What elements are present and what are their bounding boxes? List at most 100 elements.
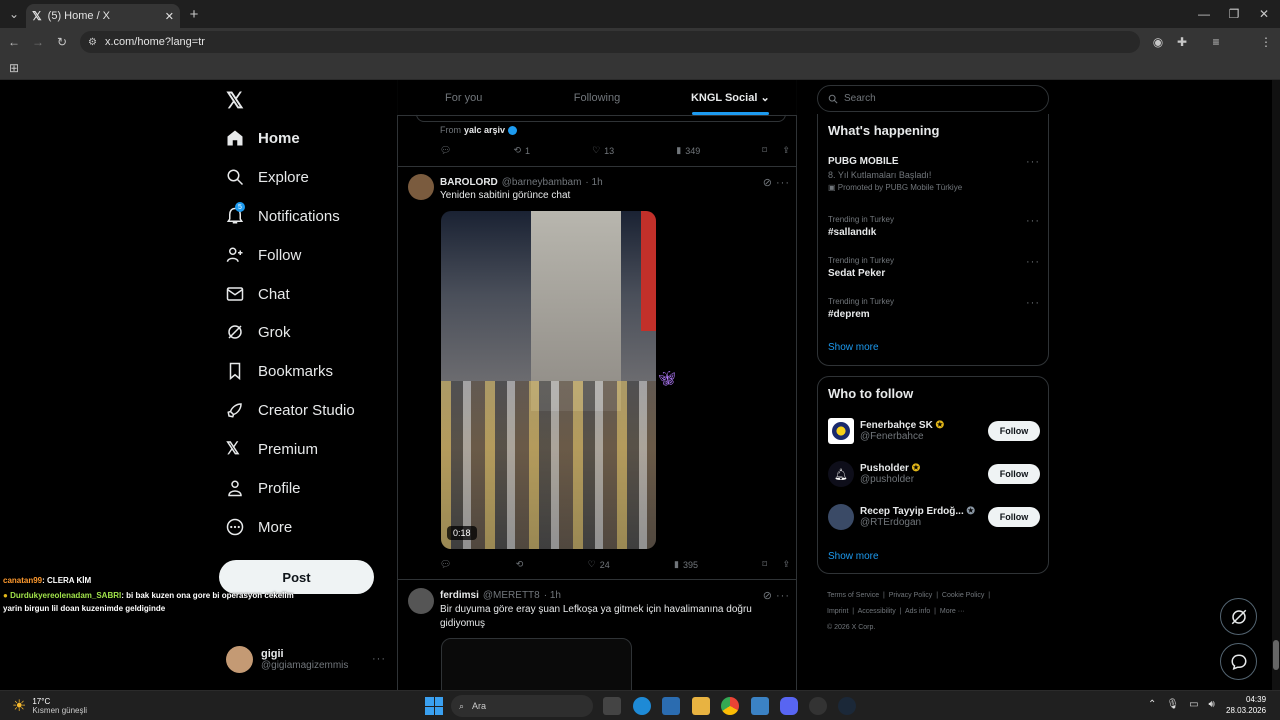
site-info-icon[interactable]: ⚙ [88, 37, 97, 48]
follow-suggestion[interactable]: Fenerbahçe SK ✪ @Fenerbahce Follow [828, 417, 1040, 445]
address-bar[interactable]: ⚙ x.com/home?lang=tr [80, 31, 1140, 53]
account-more-icon[interactable]: ··· [372, 653, 386, 665]
bookmark-icon[interactable]: ⌑ [762, 145, 767, 156]
footer-link[interactable]: More ··· [940, 608, 965, 615]
grok-post-icon[interactable]: ⊘ [763, 176, 772, 189]
trend-item[interactable]: PUBG MOBILE 8. Yıl Kutlamaları Başladı! … [828, 156, 1040, 192]
tab-kngl-social[interactable]: KNGL Social ⌄ [664, 80, 797, 115]
follow-button[interactable]: Follow [988, 421, 1040, 441]
forward-icon[interactable]: → [30, 34, 46, 50]
apps-grid-icon[interactable]: ⊞ [6, 60, 22, 76]
post-author-name[interactable]: ferdimsi [440, 590, 479, 601]
restore-icon[interactable]: ❐ [1226, 6, 1242, 22]
clock[interactable]: 04:39 28.03.2026 [1226, 694, 1266, 716]
bookmark-icon[interactable]: ⌑ [762, 559, 767, 570]
share-icon[interactable]: ⇪ [782, 559, 790, 570]
show-more-link[interactable]: Show more [828, 342, 879, 353]
footer-link[interactable]: Accessibility [858, 608, 896, 615]
chrome-icon[interactable] [721, 697, 739, 715]
extensions-puzzle-icon[interactable]: ✚ [1174, 34, 1190, 50]
tab-following[interactable]: Following [530, 80, 663, 115]
post-media[interactable] [441, 638, 632, 690]
nav-chat[interactable]: Chat [226, 276, 290, 312]
nav-home[interactable]: Home [226, 120, 300, 156]
microphone-icon[interactable]: 🎙︎ [1166, 699, 1179, 710]
nav-grok[interactable]: Grok [226, 314, 291, 350]
chat-float-button[interactable] [1220, 643, 1257, 680]
trend-item[interactable]: Trending in Turkey #deprem ··· [828, 297, 1040, 320]
chevron-up-icon[interactable]: ⌃ [1148, 699, 1156, 710]
edge-icon[interactable] [633, 697, 651, 715]
post-avatar[interactable] [408, 588, 434, 614]
trend-more-icon[interactable]: ··· [1026, 256, 1040, 268]
discord-icon[interactable] [780, 697, 798, 715]
grok-float-button[interactable] [1220, 598, 1257, 635]
post-avatar[interactable] [408, 174, 434, 200]
post-time[interactable]: · 1h [585, 177, 602, 188]
network-icon[interactable]: ▭ [1189, 699, 1198, 710]
trend-more-icon[interactable]: ··· [1026, 156, 1040, 168]
post-video[interactable]: 0:18 [441, 211, 656, 549]
follow-suggestion[interactable]: 🔔︎ Pusholder ✪ @pusholder Follow [828, 460, 1040, 488]
nav-creator-studio[interactable]: Creator Studio [226, 392, 355, 428]
nav-notifications[interactable]: 5 Notifications [226, 198, 340, 234]
follow-suggestion[interactable]: Recep Tayyip Erdoğ... ✪ @RTErdogan Follo… [828, 503, 1040, 531]
follow-button[interactable]: Follow [988, 464, 1040, 484]
footer-link[interactable]: Terms of Service [827, 592, 879, 599]
browser-tab[interactable]: 𝕏 (5) Home / X ✕ [26, 4, 180, 28]
trend-item[interactable]: Trending in Turkey Sedat Peker ··· [828, 256, 1040, 279]
footer-link[interactable]: Privacy Policy [889, 592, 933, 599]
retweet-icon[interactable]: ⟲ [516, 559, 524, 570]
scrollbar-thumb[interactable] [1273, 640, 1279, 670]
post-more-icon[interactable]: ··· [776, 177, 790, 189]
back-icon[interactable]: ← [6, 34, 22, 50]
nav-bookmarks[interactable]: Bookmarks [226, 353, 333, 389]
views-button[interactable]: ▮ 395 [674, 559, 698, 570]
post-more-icon[interactable]: ··· [776, 590, 790, 602]
x-logo-icon[interactable]: 𝕏 [226, 88, 248, 113]
media-controls-icon[interactable]: ≡ [1208, 34, 1224, 50]
page-scrollbar[interactable] [1272, 80, 1280, 690]
post-button[interactable]: Post [219, 560, 374, 594]
reload-icon[interactable]: ↻ [54, 34, 70, 50]
trend-more-icon[interactable]: ··· [1026, 215, 1040, 227]
post-author-handle[interactable]: @MERETT8 [483, 590, 540, 601]
nav-more[interactable]: More [226, 509, 292, 545]
file-explorer-icon[interactable] [692, 697, 710, 715]
new-tab-icon[interactable]: + [186, 6, 202, 23]
nav-premium[interactable]: 𝕏 Premium [226, 431, 318, 467]
footer-link[interactable]: Imprint [827, 608, 848, 615]
tab-close-icon[interactable]: ✕ [165, 10, 174, 23]
tab-search-chevron-icon[interactable]: ⌄ [6, 6, 22, 22]
search-input[interactable]: Search [817, 85, 1049, 112]
weather-widget[interactable]: ☀ 17°C Kısmen güneşli [12, 696, 87, 716]
app-icon[interactable] [809, 697, 827, 715]
account-switcher[interactable]: gigii @gigiamagizemmis ··· [226, 643, 386, 675]
steam-icon[interactable] [838, 697, 856, 715]
views-button[interactable]: ▮ 349 [676, 145, 700, 156]
extension-avatar-icon[interactable]: ◉ [1150, 34, 1166, 50]
close-window-icon[interactable]: ✕ [1256, 6, 1272, 22]
grok-post-icon[interactable]: ⊘ [763, 589, 772, 602]
nav-follow[interactable]: Follow [226, 237, 301, 273]
windows-start-icon[interactable] [425, 697, 443, 715]
settings-app-icon[interactable] [751, 697, 769, 715]
reply-icon[interactable]: 💬︎ [440, 145, 451, 156]
trend-more-icon[interactable]: ··· [1026, 297, 1040, 309]
footer-link[interactable]: Ads info [905, 608, 930, 615]
menu-kebab-icon[interactable]: ⋮ [1258, 34, 1274, 50]
from-name[interactable]: yalc arşiv [464, 125, 505, 135]
like-button[interactable]: ♡ 24 [588, 559, 610, 570]
trend-item[interactable]: Trending in Turkey #sallandık ··· [828, 215, 1040, 238]
taskbar-search[interactable]: ⌕ Ara [451, 695, 593, 717]
post-author-name[interactable]: BAROLORD [440, 177, 498, 188]
footer-link[interactable]: Cookie Policy [942, 592, 984, 599]
post-author-handle[interactable]: @barneybambam [502, 177, 582, 188]
minimize-icon[interactable]: — [1196, 6, 1212, 22]
tab-for-you[interactable]: For you [397, 80, 530, 115]
nav-explore[interactable]: Explore [226, 159, 309, 195]
store-icon[interactable] [662, 697, 680, 715]
like-button[interactable]: ♡ 13 [592, 145, 614, 156]
nav-profile[interactable]: Profile [226, 470, 301, 506]
follow-button[interactable]: Follow [988, 507, 1040, 527]
